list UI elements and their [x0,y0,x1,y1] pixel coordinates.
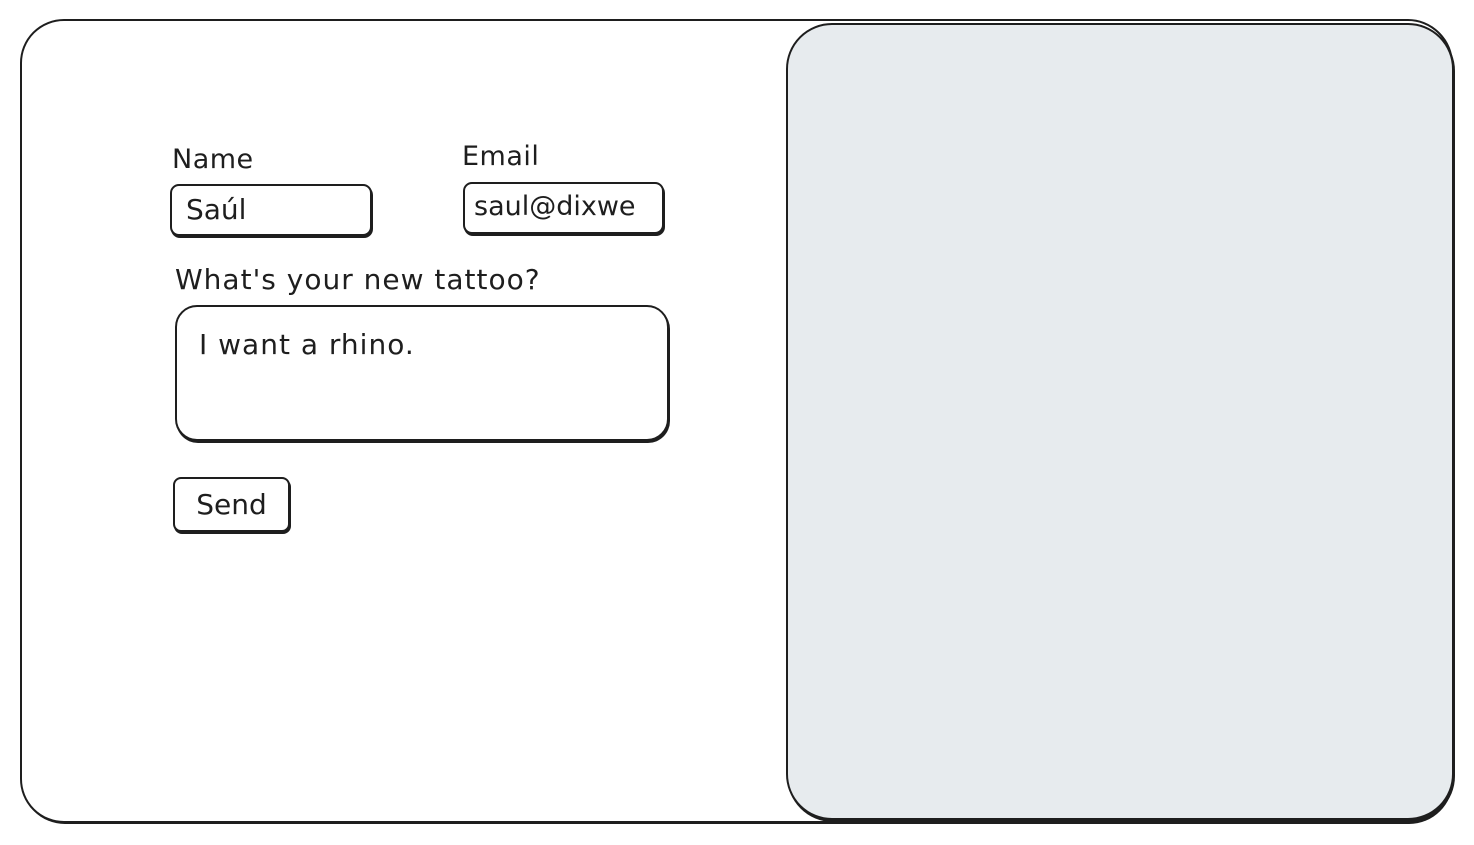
name-label: Name [172,144,254,175]
tattoo-textarea[interactable]: I want a rhino. [175,305,669,441]
email-input-value: saul@dixwe [474,191,636,222]
tattoo-label: What's your new tattoo? [175,263,541,296]
email-input[interactable]: saul@dixwe [463,182,664,234]
send-button[interactable]: Send [173,477,290,532]
preview-panel [786,23,1454,820]
email-label: Email [462,141,540,172]
name-input[interactable]: Saúl [170,184,372,236]
name-input-value: Saúl [186,193,247,226]
tattoo-textarea-value: I want a rhino. [199,328,415,361]
